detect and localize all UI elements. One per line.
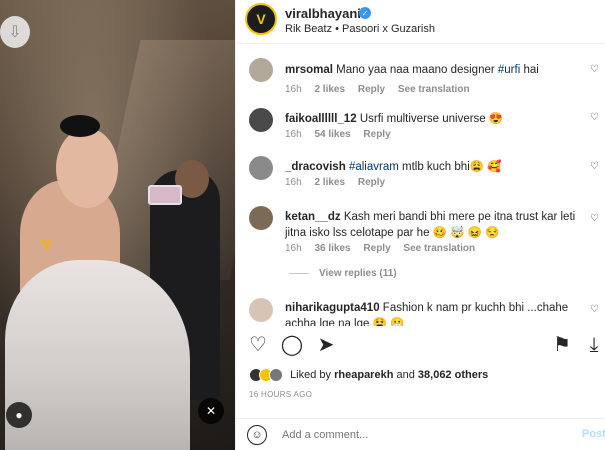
post-header: V viralbhayani ✓ Rik Beatz • Pasoori x G… (236, 0, 605, 44)
post-timestamp[interactable]: 16 HOURS AGO (249, 390, 312, 399)
comment-body: Usrfi multiverse universe 😍 (359, 113, 504, 125)
comment-username[interactable]: mrsomal (285, 64, 333, 76)
comment-time[interactable]: 16h (285, 129, 302, 140)
comment-body: Mano yaa naa maano designer (336, 64, 498, 76)
likes-and: and (396, 368, 415, 381)
comments-list: mrsomal Mano yaa naa maano designer #urf… (236, 46, 605, 326)
tagged-user-icon[interactable]: ● (6, 402, 32, 428)
comment-text: mrsomal Mano yaa naa maano designer #urf… (285, 62, 577, 78)
video-person-dress (5, 260, 190, 450)
comment-icon[interactable]: ◯ (280, 333, 304, 357)
see-translation-link[interactable]: See translation (403, 243, 475, 254)
comment-username[interactable]: _dracovish (285, 161, 346, 173)
comment-reply-button[interactable]: Reply (363, 129, 390, 140)
liker-avatar (269, 368, 283, 382)
comment-likes[interactable]: 36 likes (314, 243, 350, 254)
comment-username[interactable]: faikoallllll_12 (285, 113, 357, 125)
post-comment-button[interactable]: Post (582, 428, 605, 440)
comment-like-icon[interactable]: ♡ (590, 304, 599, 315)
comment-reply-button[interactable]: Reply (358, 177, 385, 188)
post-details-panel: V viralbhayani ✓ Rik Beatz • Pasoori x G… (235, 0, 605, 450)
view-replies-label: View replies (11) (319, 268, 397, 279)
comment-like-icon[interactable]: ♡ (590, 112, 599, 123)
view-replies-button[interactable]: View replies (11) (289, 268, 397, 279)
comment-like-icon[interactable]: ♡ (590, 213, 599, 224)
emoji-icon[interactable]: ☺ (247, 425, 267, 445)
comment-avatar[interactable] (249, 156, 273, 180)
download-post-icon[interactable]: ⤓ (582, 333, 605, 357)
comment-hashtag[interactable]: #aliavram (349, 161, 399, 173)
comment-text: ketan__dz Kash meri bandi bhi mere pe it… (285, 209, 577, 241)
watermark-logo: V (42, 236, 52, 252)
comment-like-icon[interactable]: ♡ (590, 64, 599, 75)
add-comment-bar: ☺ Post (236, 418, 605, 450)
download-icon[interactable]: ⇩ (0, 16, 30, 48)
comment-avatar[interactable] (249, 298, 273, 322)
post-media-video[interactable]: V ⇩ ● ✕ (0, 0, 235, 450)
likes-prefix: Liked by (290, 368, 332, 381)
comment-avatar[interactable] (249, 58, 273, 82)
comment-reply-button[interactable]: Reply (363, 243, 390, 254)
comment-likes[interactable]: 54 likes (314, 129, 350, 140)
post-actions: ♡ ◯ ➤ ⚑ ⤓ (236, 333, 605, 363)
comment-time[interactable]: 16h (285, 84, 302, 95)
comment-body-end: hai (520, 64, 539, 76)
heart-icon[interactable]: ♡ (246, 333, 270, 357)
comment-like-icon[interactable]: ♡ (590, 161, 599, 172)
liker-username[interactable]: rheaparekh (334, 369, 393, 381)
mute-icon[interactable]: ✕ (198, 398, 224, 424)
author-username[interactable]: viralbhayani (285, 6, 361, 21)
comment-meta: 16h 2 likes Reply See translation (285, 84, 480, 95)
replies-divider (289, 272, 309, 274)
likes-summary: Liked by rheaparekh and 38,062 others (249, 368, 488, 382)
comment-username[interactable]: ketan__dz (285, 211, 341, 223)
comment-time[interactable]: 16h (285, 177, 302, 188)
comment-meta: 16h 2 likes Reply (285, 177, 395, 188)
comment-hashtag[interactable]: #urfi (498, 64, 520, 76)
bookmark-icon[interactable]: ⚑ (550, 333, 574, 357)
audio-track[interactable]: Rik Beatz • Pasoori x Guzarish (285, 23, 435, 35)
share-icon[interactable]: ➤ (314, 333, 338, 357)
comment-likes[interactable]: 2 likes (314, 177, 345, 188)
comment-likes[interactable]: 2 likes (314, 84, 345, 95)
comment-text: faikoallllll_12 Usrfi multiverse univers… (285, 111, 577, 127)
video-person-foreground-head (56, 128, 118, 208)
comment-input[interactable] (282, 426, 552, 444)
comment-text: _dracovish #aliavram mtlb kuch bhi😩 🥰 (285, 159, 577, 175)
comment-text: niharikagupta410 Fashion k nam pr kuchh … (285, 300, 577, 326)
video-hair-bow (60, 115, 100, 137)
comment-meta: 16h 36 likes Reply See translation (285, 243, 485, 254)
comment-body: mtlb kuch bhi😩 🥰 (398, 161, 502, 173)
see-translation-link[interactable]: See translation (398, 84, 470, 95)
comment-avatar[interactable] (249, 108, 273, 132)
comment-avatar[interactable] (249, 206, 273, 230)
author-avatar[interactable]: V (245, 3, 277, 35)
verified-badge-icon: ✓ (359, 7, 371, 19)
comment-time[interactable]: 16h (285, 243, 302, 254)
comment-username[interactable]: niharikagupta410 (285, 302, 380, 314)
comment-meta: 16h 54 likes Reply (285, 129, 401, 140)
likes-count[interactable]: 38,062 others (418, 369, 488, 381)
comment-reply-button[interactable]: Reply (358, 84, 385, 95)
video-phone (148, 185, 182, 205)
